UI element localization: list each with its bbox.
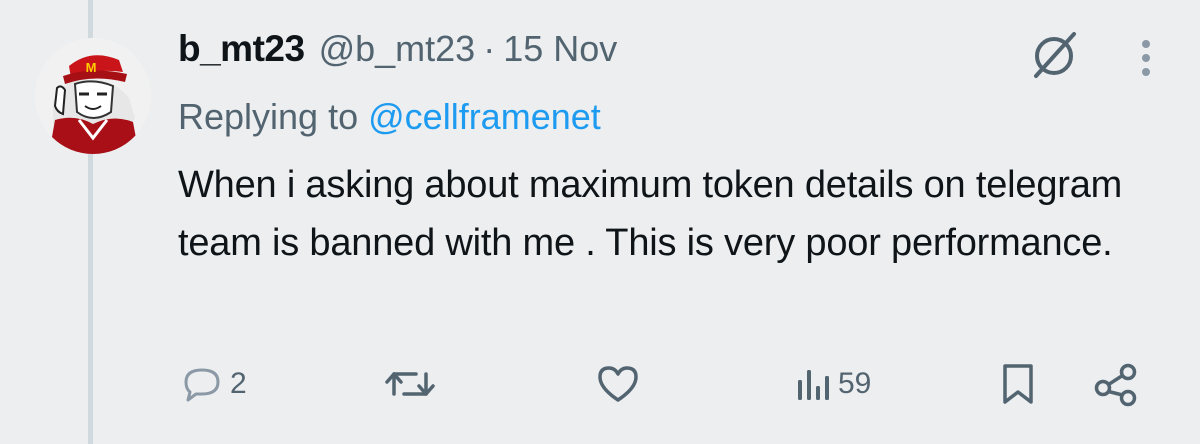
- views-button[interactable]: 59: [792, 366, 871, 402]
- share-button[interactable]: [1092, 360, 1140, 408]
- tweet-text: When i asking about maximum token detail…: [178, 164, 1123, 264]
- replying-to-mention[interactable]: @cellframenet: [368, 96, 601, 137]
- like-icon: [594, 362, 642, 406]
- repost-button[interactable]: [384, 364, 442, 404]
- reply-button[interactable]: 2: [180, 364, 247, 404]
- svg-text:M: M: [86, 60, 97, 75]
- bookmark-button[interactable]: [1000, 362, 1036, 408]
- share-icon: [1092, 360, 1140, 408]
- reply-icon: [180, 364, 224, 404]
- replying-to-label: Replying to: [178, 96, 359, 137]
- bookmark-icon: [1000, 362, 1036, 408]
- more-vertical-icon[interactable]: [1138, 36, 1154, 85]
- tweet-action-bar: 2 59: [0, 360, 1200, 410]
- views-icon: [792, 366, 832, 402]
- repost-icon: [384, 364, 436, 404]
- user-handle[interactable]: @b_mt23: [319, 28, 476, 70]
- reply-count: 2: [230, 367, 247, 400]
- timestamp[interactable]: 15 Nov: [503, 28, 617, 70]
- grok-slash-icon[interactable]: [1026, 28, 1082, 89]
- like-button[interactable]: [594, 362, 648, 406]
- replying-to-line: Replying to @cellframenet: [178, 96, 1180, 142]
- views-count: 59: [838, 367, 872, 400]
- avatar[interactable]: M: [35, 38, 151, 154]
- avatar-image: M: [35, 38, 151, 154]
- display-name[interactable]: b_mt23: [178, 28, 305, 70]
- separator-dot: ·: [483, 28, 496, 69]
